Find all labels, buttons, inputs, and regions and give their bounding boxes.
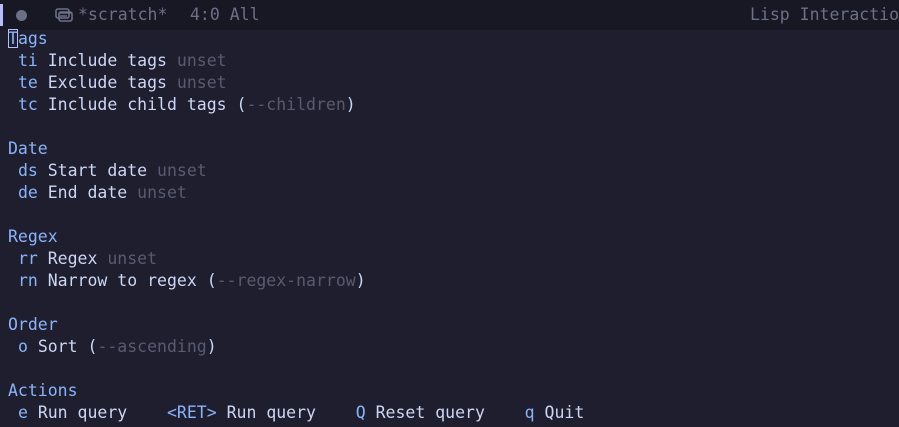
menu-key[interactable]: rr: [18, 249, 38, 268]
menu-value: unset: [137, 183, 187, 202]
menu-label: Exclude tags: [47, 73, 167, 92]
action-key-ret-run-query[interactable]: <RET>: [167, 403, 217, 422]
menu-item-start-date[interactable]: ds Start date unset: [8, 160, 899, 182]
menu-value: unset: [107, 249, 158, 268]
action-key-run-query[interactable]: e: [18, 403, 28, 422]
section-heading-regex: Regex: [8, 227, 58, 246]
menu-label: Include tags: [47, 51, 167, 70]
actions-row: e Run query <RET> Run query Q Reset quer…: [8, 402, 899, 424]
menu-key[interactable]: o: [18, 337, 28, 356]
menu-label: Sort: [37, 337, 78, 356]
action-label-run-query[interactable]: Run query: [38, 403, 127, 422]
menu-item-regex[interactable]: rr Regex unset: [8, 248, 899, 270]
transient-menu: Tags ti Include tags unset te Exclude ta…: [8, 28, 899, 424]
cursor-position: 4:0 All: [190, 5, 260, 24]
section-heading-tags: Tags: [8, 29, 48, 48]
menu-key[interactable]: tc: [18, 95, 38, 114]
menu-value: unset: [157, 161, 207, 180]
lisp-mode-icon: [55, 8, 73, 22]
menu-item-exclude-tags[interactable]: te Exclude tags unset: [8, 72, 899, 94]
section-heading-order: Order: [8, 315, 58, 334]
menu-item-end-date[interactable]: de End date unset: [8, 182, 899, 204]
major-mode[interactable]: Lisp Interactio: [750, 0, 899, 30]
action-key-quit[interactable]: q: [525, 403, 535, 422]
mode-line: *scratch* 4:0 All Lisp Interactio: [0, 0, 899, 30]
menu-flag: --ascending: [97, 337, 207, 356]
menu-item-sort[interactable]: o Sort (--ascending): [8, 336, 899, 358]
menu-key[interactable]: ds: [18, 161, 38, 180]
menu-item-narrow-to-regex[interactable]: rn Narrow to regex (--regex-narrow): [8, 270, 899, 292]
menu-value: unset: [176, 73, 227, 92]
menu-value: unset: [176, 51, 227, 70]
menu-label: Regex: [47, 249, 98, 268]
menu-item-include-tags[interactable]: ti Include tags unset: [8, 50, 899, 72]
action-label-ret-run-query[interactable]: Run query: [227, 403, 316, 422]
menu-key[interactable]: te: [18, 73, 38, 92]
active-window-indicator: [0, 4, 3, 26]
cursor: T: [8, 29, 18, 48]
menu-label: Narrow to regex: [47, 271, 197, 290]
menu-flag: --regex-narrow: [216, 271, 356, 290]
menu-flag: --children: [246, 95, 346, 114]
menu-label: Include child tags: [47, 95, 227, 114]
menu-key[interactable]: de: [18, 183, 38, 202]
section-heading-date: Date: [8, 139, 48, 158]
menu-label: Start date: [47, 161, 148, 180]
action-label-quit[interactable]: Quit: [545, 403, 585, 422]
action-label-reset-query[interactable]: Reset query: [376, 403, 485, 422]
buffer-name: *scratch*: [78, 5, 168, 24]
menu-item-include-child-tags[interactable]: tc Include child tags (--children): [8, 94, 899, 116]
buffer-state-icon: [16, 10, 27, 21]
menu-key[interactable]: ti: [18, 51, 38, 70]
menu-key[interactable]: rn: [18, 271, 38, 290]
menu-label: End date: [47, 183, 128, 202]
section-heading-actions: Actions: [8, 381, 78, 400]
action-key-reset-query[interactable]: Q: [356, 403, 366, 422]
